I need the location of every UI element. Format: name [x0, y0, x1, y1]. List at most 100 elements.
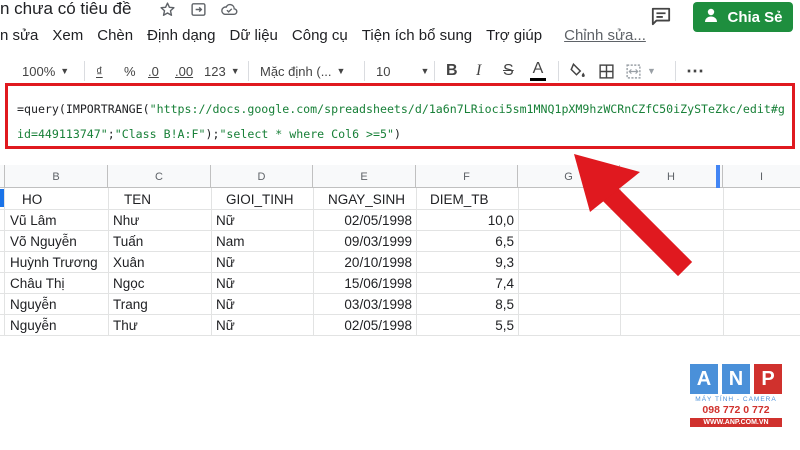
cell-diem-tb[interactable]: 7,4: [416, 273, 518, 294]
font-select[interactable]: Mặc định (... ▼: [260, 56, 345, 86]
strikethrough-button[interactable]: S: [503, 56, 514, 86]
column-header-b[interactable]: B: [5, 165, 108, 188]
move-to-folder-icon[interactable]: [189, 0, 207, 18]
cell-gioi-tinh[interactable]: Nữ: [212, 294, 313, 315]
cell-gioi-tinh[interactable]: Nam: [212, 231, 313, 252]
anp-phone: 098 772 0 772: [702, 404, 770, 416]
last-edit-link[interactable]: Chỉnh sửa...: [564, 27, 646, 44]
star-icon[interactable]: [158, 0, 176, 18]
cell-ten[interactable]: Như: [109, 210, 211, 231]
menu-data[interactable]: Dữ liệu: [230, 27, 278, 44]
cell-ho[interactable]: Vũ Lâm: [6, 210, 108, 231]
cell-ngay-sinh[interactable]: 02/05/1998: [313, 315, 416, 336]
borders-icon[interactable]: [598, 56, 615, 86]
currency-format-button[interactable]: ₫: [96, 56, 103, 86]
header-cell-ho[interactable]: HO: [22, 189, 108, 210]
header-cell-ten[interactable]: TEN: [124, 189, 211, 210]
cell-diem-tb[interactable]: 6,5: [416, 231, 518, 252]
menu-edit[interactable]: n sửa: [0, 27, 38, 44]
cell-ho[interactable]: Châu Thị: [6, 273, 108, 294]
cloud-saved-icon[interactable]: [220, 0, 238, 18]
cell-diem-tb[interactable]: 8,5: [416, 294, 518, 315]
red-arrow-annotation: [574, 154, 693, 277]
menu-view[interactable]: Xem: [52, 27, 83, 44]
formula-bar-highlight[interactable]: =query(IMPORTRANGE("https://docs.google.…: [5, 83, 795, 149]
anp-website: WWW.ANP.COM.VN: [690, 418, 782, 427]
text-color-button[interactable]: A: [530, 56, 546, 86]
anp-letter-a: A: [690, 364, 718, 394]
selection-handle[interactable]: [0, 189, 4, 207]
cell-ten[interactable]: Thư: [109, 315, 211, 336]
cell-ngay-sinh[interactable]: 02/05/1998: [313, 210, 416, 231]
cell-ho[interactable]: Nguyễn: [6, 315, 108, 336]
formula-suffix: ): [393, 127, 401, 141]
bold-button[interactable]: B: [446, 56, 458, 86]
header-cell-gioi-tinh[interactable]: GIOI_TINH: [226, 189, 313, 210]
merge-cells-icon[interactable]: ▼: [625, 56, 656, 86]
formula-middle: );: [205, 127, 220, 141]
formula-text[interactable]: =query(IMPORTRANGE("https://docs.google.…: [17, 97, 787, 147]
cell-ten[interactable]: Xuân: [109, 252, 211, 273]
zoom-value: 100%: [22, 63, 56, 79]
toolbar-divider: [364, 61, 365, 81]
formula-separator: ;: [107, 127, 115, 141]
cell-ngay-sinh[interactable]: 15/06/1998: [313, 273, 416, 294]
text-color-label: A: [532, 60, 544, 77]
cell-ten[interactable]: Trang: [109, 294, 211, 315]
anp-letters: A N P: [690, 364, 790, 394]
cell-diem-tb[interactable]: 9,3: [416, 252, 518, 273]
chevron-down-icon: ▼: [230, 66, 240, 76]
chevron-down-icon: ▼: [647, 66, 656, 76]
cell-diem-tb[interactable]: 5,5: [416, 315, 518, 336]
cell-ho[interactable]: Võ Nguyễn: [6, 231, 108, 252]
cell-ho[interactable]: Nguyễn: [6, 294, 108, 315]
toolbar-divider: [434, 61, 435, 81]
decrease-decimal-button[interactable]: .0: [148, 56, 159, 86]
menu-addons[interactable]: Tiện ích bổ sung: [362, 27, 472, 44]
font-size-select[interactable]: 10 ▼: [376, 56, 429, 86]
cell-gioi-tinh[interactable]: Nữ: [212, 210, 313, 231]
header-cell-diem-tb[interactable]: DIEM_TB: [430, 189, 518, 210]
cell-ho[interactable]: Huỳnh Trương: [6, 252, 108, 273]
increase-decimal-button[interactable]: .00: [175, 56, 193, 86]
anp-subtitle: MÁY TÍNH - CAMERA: [695, 396, 777, 403]
cell-gioi-tinh[interactable]: Nữ: [212, 273, 313, 294]
menu-tools[interactable]: Công cụ: [292, 27, 348, 44]
cell-gioi-tinh[interactable]: Nữ: [212, 315, 313, 336]
fill-color-icon[interactable]: [569, 56, 587, 86]
font-size-value: 10: [376, 63, 391, 79]
column-header-c[interactable]: C: [108, 165, 211, 188]
text-color-swatch: [530, 78, 546, 81]
cell-ngay-sinh[interactable]: 09/03/1999: [313, 231, 416, 252]
table-row: Nguyễn Trang Nữ 03/03/1998 8,5: [0, 294, 800, 315]
header-cell-ngay-sinh[interactable]: NGAY_SINH: [328, 189, 416, 210]
more-options-icon[interactable]: ⋯: [686, 56, 704, 86]
column-header-f[interactable]: F: [416, 165, 518, 188]
toolbar-divider: [84, 61, 85, 81]
cell-ngay-sinh[interactable]: 20/10/1998: [313, 252, 416, 273]
cell-diem-tb[interactable]: 10,0: [416, 210, 518, 231]
number-format-select[interactable]: 123 ▼: [204, 56, 240, 86]
toolbar-divider: [248, 61, 249, 81]
column-header-i[interactable]: I: [723, 165, 800, 188]
cell-ten[interactable]: Ngọc: [109, 273, 211, 294]
zoom-select[interactable]: 100% ▼: [22, 56, 69, 86]
column-header-d[interactable]: D: [211, 165, 313, 188]
cell-gioi-tinh[interactable]: Nữ: [212, 252, 313, 273]
document-title[interactable]: n chưa có tiêu đề: [0, 0, 131, 19]
menu-help[interactable]: Trợ giúp: [486, 27, 542, 44]
chevron-down-icon: ▼: [420, 66, 430, 76]
column-header-e[interactable]: E: [313, 165, 416, 188]
italic-button[interactable]: I: [476, 56, 481, 86]
column-resize-handle[interactable]: [716, 165, 720, 188]
toolbar-divider: [675, 61, 676, 81]
formula-range: "Class B!A:F": [114, 127, 206, 141]
cell-ngay-sinh[interactable]: 03/03/1998: [313, 294, 416, 315]
toolbar-divider: [558, 61, 559, 81]
menu-insert[interactable]: Chèn: [97, 27, 133, 44]
cell-ten[interactable]: Tuấn: [109, 231, 211, 252]
title-bar: n chưa có tiêu đề Chia Sẻ: [0, 0, 800, 32]
percent-format-button[interactable]: %: [124, 56, 136, 86]
chevron-down-icon: ▼: [60, 66, 70, 76]
menu-format[interactable]: Định dạng: [147, 27, 215, 44]
